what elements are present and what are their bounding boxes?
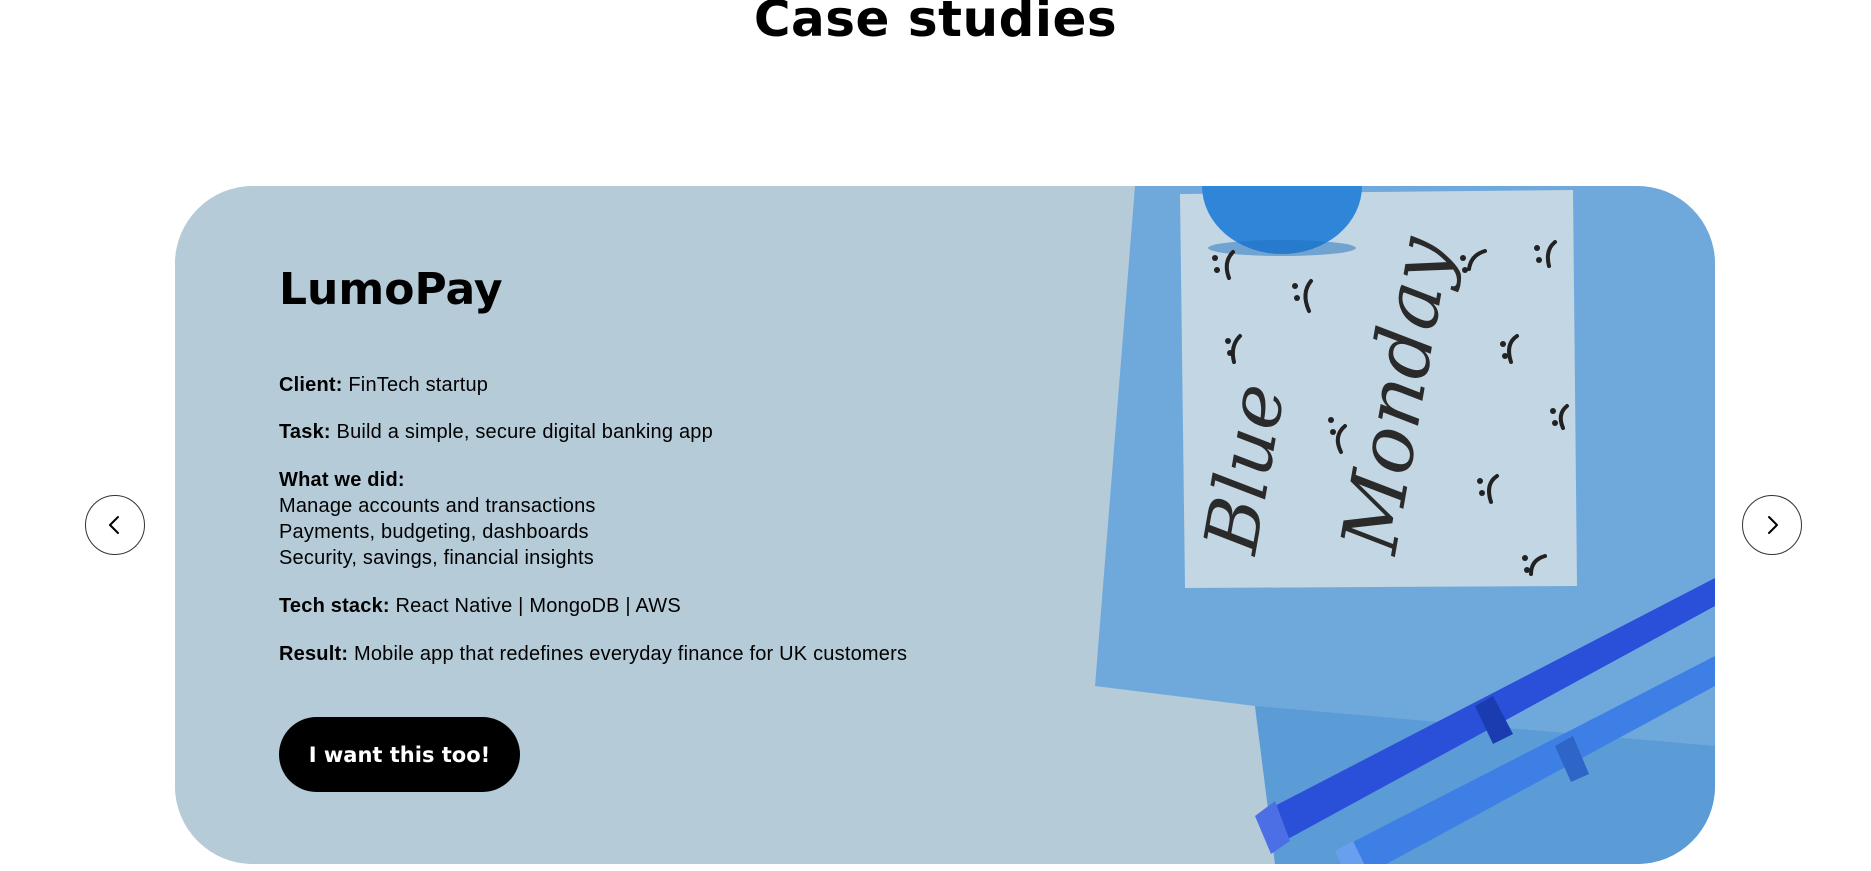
chevron-left-icon: [109, 516, 119, 534]
task-row: Task: Build a simple, secure digital ban…: [279, 419, 713, 445]
tech-stack-value: React Native | MongoDB | AWS: [395, 595, 681, 617]
tech-stack-row: Tech stack: React Native | MongoDB | AWS: [279, 593, 681, 619]
client-label: Client:: [279, 374, 343, 396]
what-we-did-item: Payments, budgeting, dashboards: [279, 521, 589, 543]
client-row: Client: FinTech startup: [279, 372, 488, 398]
what-we-did-item: Security, savings, financial insights: [279, 547, 594, 569]
what-we-did-item: Manage accounts and transactions: [279, 495, 596, 517]
what-we-did-label: What we did:: [279, 469, 405, 491]
task-label: Task:: [279, 421, 331, 443]
carousel-prev-button[interactable]: [85, 495, 145, 555]
what-we-did-block: What we did: Manage accounts and transac…: [279, 467, 596, 571]
chevron-right-icon: [1768, 516, 1778, 534]
result-value: Mobile app that redefines everyday finan…: [353, 643, 908, 665]
task-value: Build a simple, secure digital banking a…: [336, 421, 713, 443]
tech-stack-label: Tech stack:: [279, 595, 390, 617]
result-label: Result:: [279, 643, 349, 665]
carousel-next-button[interactable]: [1742, 495, 1802, 555]
cta-button[interactable]: I want this too!: [279, 717, 520, 792]
section-title: Case studies: [753, 0, 1118, 48]
case-study-title: LumoPay: [279, 264, 503, 315]
client-value: FinTech startup: [348, 374, 489, 396]
case-study-card: Blue Monday LumoPay Client: FinTech star…: [175, 186, 1715, 864]
result-row: Result: Mobile app that redefines everyd…: [279, 641, 907, 667]
